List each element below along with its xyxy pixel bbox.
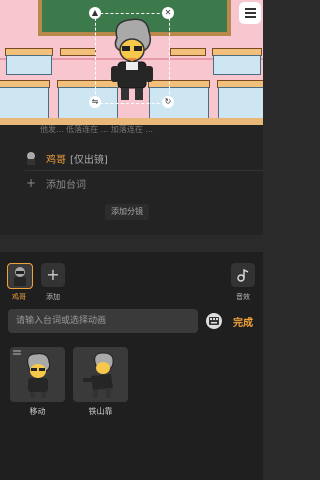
character-thumbnail — [82, 351, 114, 398]
role-slot-active[interactable] — [7, 263, 33, 289]
desk — [6, 55, 52, 75]
desk — [60, 48, 96, 56]
close-icon[interactable]: ✕ — [162, 7, 174, 19]
add-role-label: 添加 — [46, 293, 60, 301]
plus-icon: + — [46, 265, 60, 284]
line-input[interactable] — [8, 309, 198, 333]
desk — [213, 55, 261, 75]
menu-icon — [244, 8, 256, 10]
role-avatar-icon — [14, 267, 26, 286]
edit-panel: 鸡哥 + 添加 音效 完成 移动 铁山靠 — [0, 252, 263, 480]
character-thumbnail — [26, 352, 50, 398]
sound-effect-button[interactable] — [231, 263, 255, 287]
script-line[interactable]: 鸡哥 [仅出镜] — [0, 147, 263, 169]
animation-label: 移动 — [29, 407, 46, 416]
plus-icon: + — [25, 176, 37, 190]
selection-box[interactable] — [95, 13, 170, 104]
keyboard-button[interactable] — [206, 313, 222, 329]
animation-card-iron[interactable] — [73, 347, 128, 402]
menu-button[interactable] — [239, 2, 261, 24]
move-arrows-icon — [13, 350, 21, 355]
scene-caption: 他发... 低落连在 ... 加落连在 ... — [40, 125, 154, 134]
add-line-label: 添加台词 — [46, 179, 86, 191]
scene-caption-overlay: 他发... 低落连在 ... 加落连在 ... — [0, 125, 263, 135]
script-panel: 鸡哥 [仅出镜] + 添加台词 添加分镜 — [0, 135, 263, 235]
rotate-icon[interactable]: ↻ — [162, 96, 174, 108]
animation-card-move[interactable] — [10, 347, 65, 402]
desk — [170, 48, 206, 56]
divider — [25, 170, 263, 171]
line-role-name: 鸡哥 — [46, 154, 66, 166]
add-role-button[interactable]: + — [41, 263, 65, 287]
note-icon — [237, 268, 249, 282]
add-line-row[interactable]: + 添加台词 — [0, 172, 263, 194]
flip-icon[interactable]: ⇋ — [89, 96, 101, 108]
stage-canvas[interactable]: ▲ ✕ ⇋ ↻ — [0, 0, 263, 133]
add-shot-button[interactable]: 添加分镜 — [105, 204, 149, 220]
desk — [218, 87, 263, 119]
role-avatar-icon — [24, 151, 38, 165]
sound-effect-label: 音效 — [236, 293, 250, 301]
layer-icon[interactable]: ▲ — [89, 7, 101, 19]
keyboard-icon — [209, 317, 219, 325]
desk — [0, 87, 49, 119]
animation-label: 铁山靠 — [88, 407, 113, 416]
line-role-note: [仅出镜] — [70, 154, 108, 166]
done-button[interactable]: 完成 — [233, 314, 253, 329]
